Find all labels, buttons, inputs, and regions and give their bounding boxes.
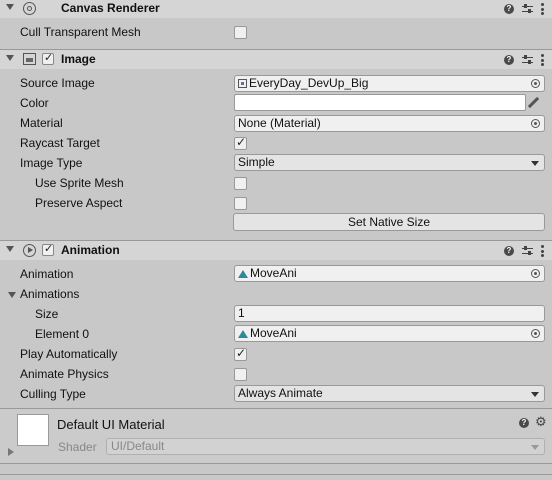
use-sprite-mesh-checkbox[interactable] (234, 177, 247, 190)
dropdown-arrow-icon (531, 161, 539, 166)
context-menu-icon[interactable] (541, 54, 544, 66)
animation-header[interactable]: Animation ? (0, 240, 552, 260)
object-picker-icon[interactable] (531, 119, 540, 128)
play-automatically-label: Play Automatically (20, 347, 118, 361)
shader-value: UI/Default (111, 439, 165, 453)
help-icon[interactable]: ? (504, 4, 514, 14)
color-field[interactable] (234, 94, 526, 111)
animation-clip-icon (238, 270, 248, 278)
canvas-renderer-icon (23, 2, 36, 15)
raycast-target-label: Raycast Target (20, 136, 100, 150)
animation-component-icon (23, 244, 36, 257)
preserve-aspect-checkbox[interactable] (234, 197, 247, 210)
size-field[interactable]: 1 (234, 305, 545, 322)
material-title: Default UI Material (57, 417, 165, 432)
animation-title: Animation (61, 243, 120, 257)
image-header[interactable]: Image ? (0, 49, 552, 69)
material-preview (17, 414, 49, 446)
source-image-field[interactable]: EveryDay_DevUp_Big (234, 75, 545, 92)
material-value: None (Material) (238, 116, 321, 130)
material-field[interactable]: None (Material) (234, 115, 545, 132)
animation-label: Animation (20, 267, 74, 281)
material-label: Material (20, 116, 63, 130)
size-label: Size (35, 307, 59, 321)
material-help-icon[interactable]: ? (519, 418, 529, 428)
animation-enabled-checkbox[interactable] (42, 242, 54, 256)
animations-label[interactable]: Animations (20, 284, 79, 304)
element-0-field[interactable]: MoveAni (234, 325, 545, 342)
animation-field[interactable]: MoveAni (234, 265, 545, 282)
culling-type-dropdown[interactable]: Always Animate (234, 385, 545, 402)
cull-transparent-mesh-label: Cull Transparent Mesh (20, 25, 141, 39)
image-type-value: Simple (238, 155, 275, 169)
play-automatically-checkbox[interactable] (234, 346, 247, 361)
animation-clip-icon (238, 330, 248, 338)
element-0-label: Element 0 (35, 327, 90, 341)
image-type-dropdown[interactable]: Simple (234, 154, 545, 171)
source-image-label: Source Image (20, 76, 95, 90)
element-0-value: MoveAni (250, 326, 297, 340)
preserve-aspect-label: Preserve Aspect (35, 196, 123, 210)
bottom-separator (0, 463, 552, 464)
eyedropper-icon[interactable] (527, 96, 540, 109)
color-label: Color (20, 96, 49, 110)
set-native-size-button[interactable]: Set Native Size (233, 213, 545, 231)
image-title: Image (61, 52, 96, 66)
sprite-icon (238, 79, 247, 88)
image-type-label: Image Type (20, 156, 83, 170)
animations-fold-arrow-icon[interactable] (8, 292, 16, 298)
cull-transparent-mesh-checkbox[interactable] (234, 26, 247, 39)
culling-type-value: Always Animate (238, 386, 323, 400)
animate-physics-checkbox[interactable] (234, 368, 247, 381)
dropdown-arrow-icon (531, 392, 539, 397)
context-menu-icon[interactable] (541, 245, 544, 257)
animate-physics-label: Animate Physics (20, 367, 109, 381)
object-picker-icon[interactable] (531, 269, 540, 278)
fold-arrow-icon[interactable] (6, 4, 14, 10)
material-fold-arrow-icon[interactable] (8, 448, 14, 456)
bottom-separator-2 (0, 474, 552, 475)
material-gear-icon[interactable]: ⚙ (535, 415, 547, 429)
raycast-target-checkbox[interactable] (234, 135, 247, 150)
image-component-icon (23, 53, 36, 65)
preset-icon[interactable] (522, 55, 533, 65)
image-enabled-checkbox[interactable] (42, 51, 54, 65)
source-image-value: EveryDay_DevUp_Big (249, 76, 369, 90)
culling-type-label: Culling Type (20, 387, 86, 401)
object-picker-icon[interactable] (531, 79, 540, 88)
fold-arrow-icon[interactable] (6, 246, 14, 252)
help-icon[interactable]: ? (504, 246, 514, 256)
object-picker-icon[interactable] (531, 329, 540, 338)
context-menu-icon[interactable] (541, 3, 544, 15)
shader-label: Shader (58, 440, 97, 454)
preset-icon[interactable] (522, 4, 533, 14)
dropdown-arrow-icon (531, 445, 539, 450)
fold-arrow-icon[interactable] (6, 55, 14, 61)
animation-value: MoveAni (250, 266, 297, 280)
canvas-renderer-header[interactable]: Canvas Renderer ? (0, 0, 552, 18)
preset-icon[interactable] (522, 246, 533, 256)
canvas-renderer-title: Canvas Renderer (61, 1, 160, 15)
help-icon[interactable]: ? (504, 55, 514, 65)
use-sprite-mesh-label: Use Sprite Mesh (35, 176, 124, 190)
shader-dropdown: UI/Default (106, 438, 545, 455)
